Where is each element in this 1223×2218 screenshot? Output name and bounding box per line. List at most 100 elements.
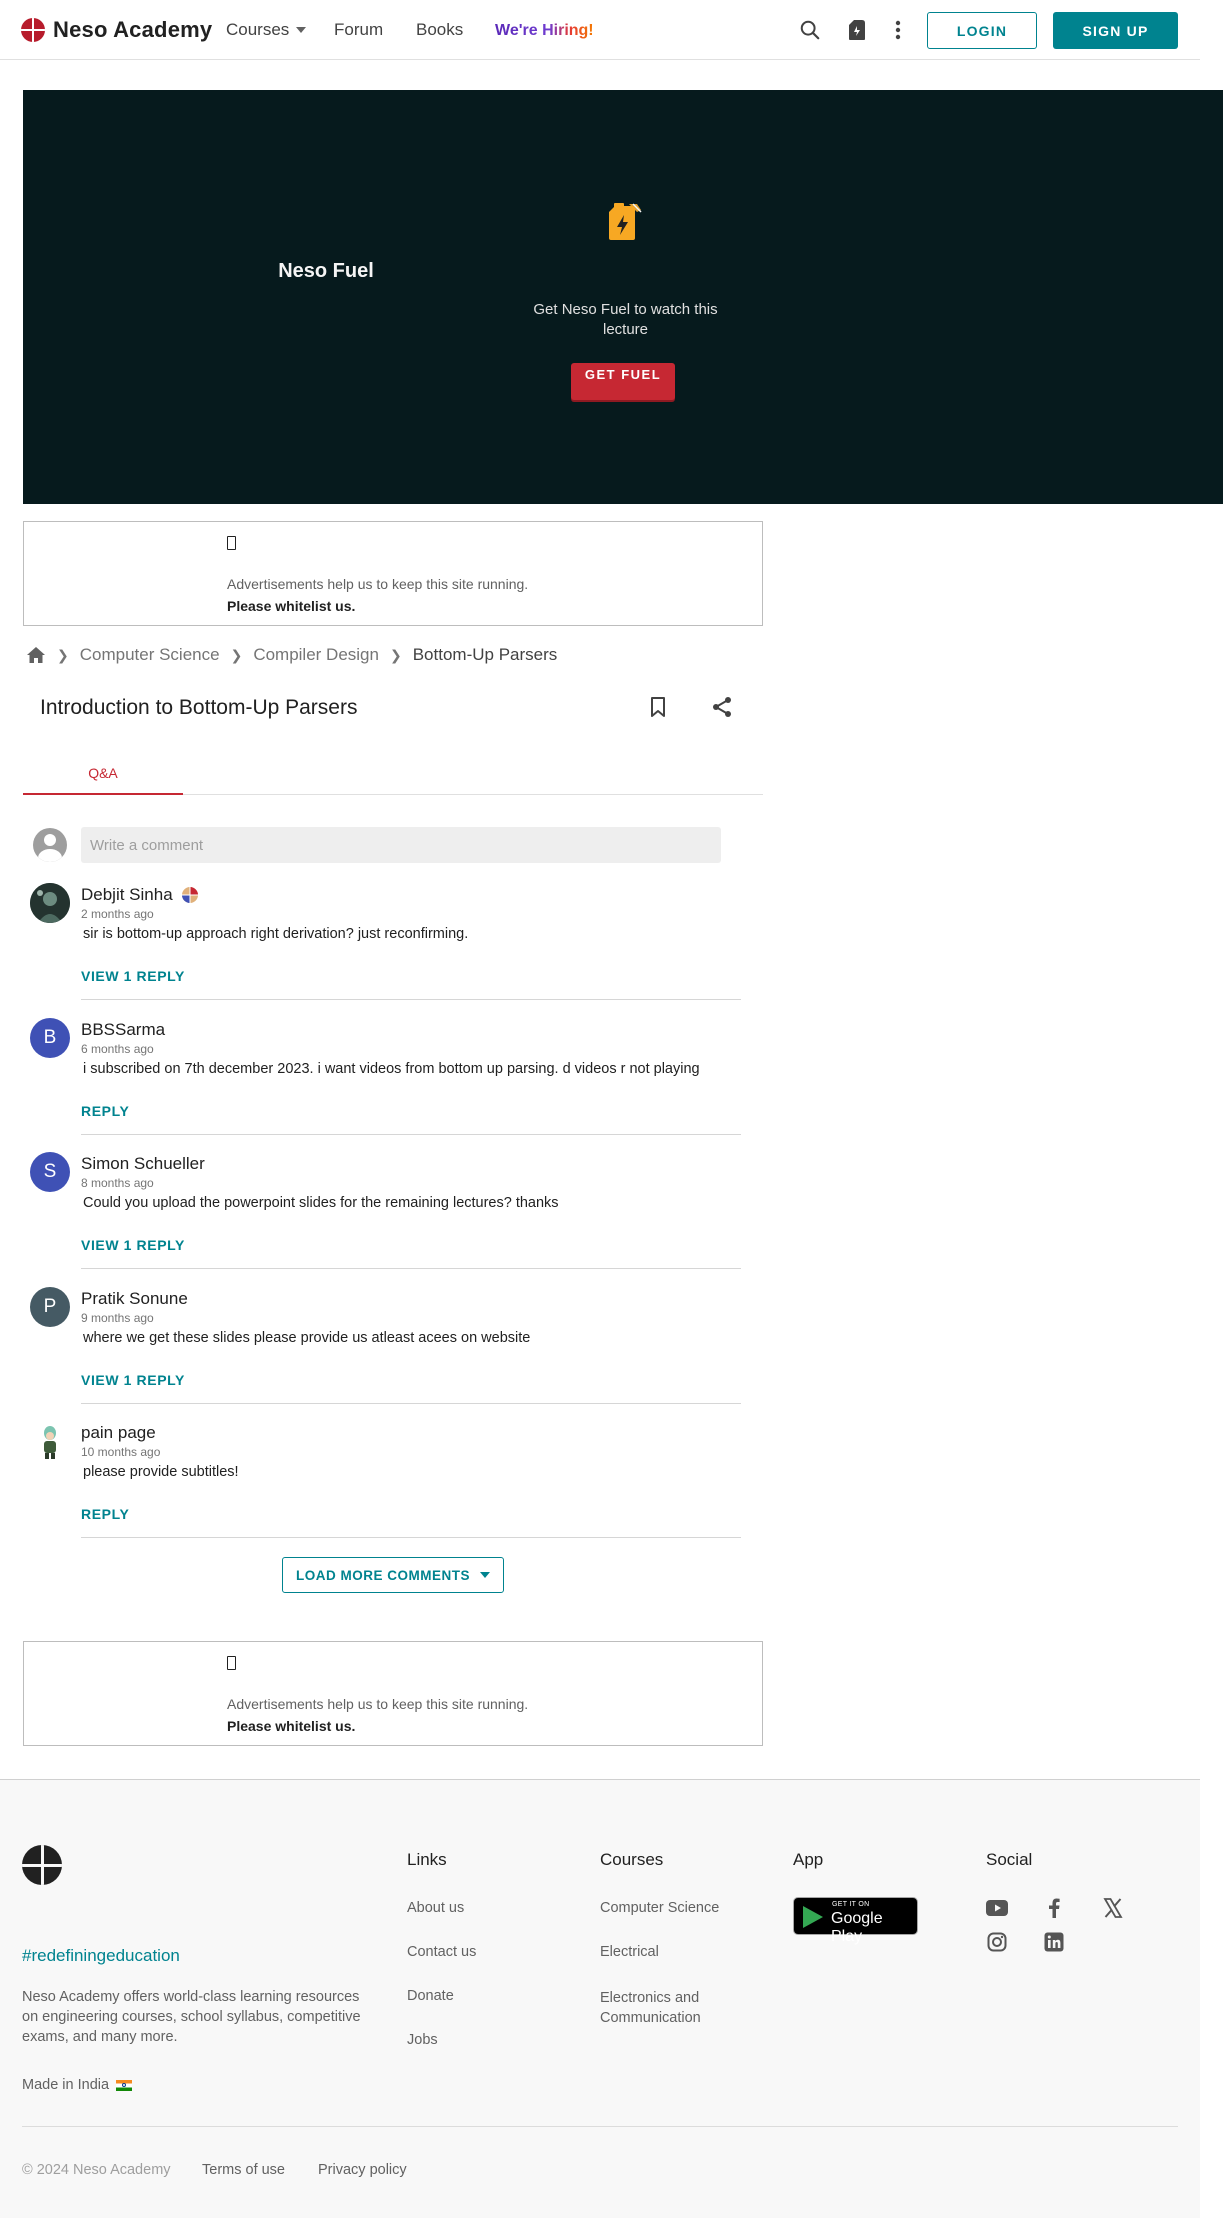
breadcrumb-item-computer-science[interactable]: Computer Science bbox=[80, 645, 220, 665]
ad-message: Advertisements help us to keep this site… bbox=[227, 1696, 529, 1712]
copyright: © 2024 Neso Academy bbox=[22, 2162, 171, 2178]
comment-timestamp: 2 months ago bbox=[81, 907, 154, 921]
neso-logo-icon[interactable] bbox=[22, 1845, 62, 1885]
gplay-big-text: Google Play bbox=[831, 1910, 883, 1945]
more-vert-icon[interactable] bbox=[885, 17, 911, 43]
view-replies-button[interactable]: VIEW 1 REPLY bbox=[81, 968, 185, 984]
comment-text: Could you upload the powerpoint slides f… bbox=[83, 1195, 559, 1211]
footer-course-electrical[interactable]: Electrical bbox=[600, 1944, 659, 1960]
footer: #redefiningeducation Neso Academy offers… bbox=[0, 1779, 1200, 2218]
chevron-right-icon: ❯ bbox=[57, 646, 69, 663]
comment-author[interactable]: Debjit Sinha bbox=[81, 885, 199, 905]
avatar[interactable]: B bbox=[30, 1018, 70, 1058]
comment-timestamp: 8 months ago bbox=[81, 1176, 154, 1190]
comment-divider bbox=[81, 1134, 741, 1135]
top-navbar: Neso Academy Courses Forum Books We're H… bbox=[0, 0, 1200, 60]
footer-course-ece[interactable]: Electronics and Communication bbox=[600, 1988, 730, 2028]
linkedin-icon[interactable] bbox=[1042, 1930, 1066, 1954]
privacy-link[interactable]: Privacy policy bbox=[318, 2162, 407, 2178]
bookmark-icon[interactable] bbox=[645, 694, 671, 720]
footer-social-title: Social bbox=[986, 1850, 1033, 1869]
user-avatar-icon bbox=[33, 828, 67, 862]
comment-divider bbox=[81, 1403, 741, 1404]
footer-link-jobs[interactable]: Jobs bbox=[407, 2032, 438, 2048]
get-fuel-button[interactable]: GET FUEL bbox=[571, 363, 675, 400]
load-more-comments-button[interactable]: LOAD MORE COMMENTS bbox=[282, 1557, 504, 1593]
ad-message: Advertisements help us to keep this site… bbox=[227, 576, 529, 592]
comment-text: where we get these slides please provide… bbox=[83, 1330, 531, 1346]
nav-courses-label: Courses bbox=[226, 20, 290, 39]
avatar[interactable]: P bbox=[30, 1287, 70, 1327]
facebook-icon[interactable] bbox=[1042, 1896, 1066, 1920]
comment-timestamp: 6 months ago bbox=[81, 1042, 154, 1056]
instagram-icon[interactable] bbox=[985, 1930, 1009, 1954]
signup-button[interactable]: SIGN UP bbox=[1053, 12, 1178, 49]
ad-whitelist-text: Please whitelist us. bbox=[227, 1718, 356, 1734]
nav-books-link[interactable]: Books bbox=[416, 20, 463, 40]
comment-input[interactable] bbox=[81, 827, 721, 863]
share-icon[interactable] bbox=[709, 694, 735, 720]
neso-badge-icon bbox=[181, 886, 199, 904]
footer-app-title: App bbox=[793, 1850, 824, 1869]
tab-qa[interactable]: Q&A bbox=[23, 752, 183, 795]
fuel-title: Neso Fuel bbox=[278, 260, 374, 282]
lecture-tabs: Q&A bbox=[23, 752, 763, 795]
footer-divider bbox=[22, 2126, 1178, 2127]
google-play-icon bbox=[803, 1906, 823, 1928]
comment-divider bbox=[81, 1537, 741, 1538]
search-icon[interactable] bbox=[797, 17, 823, 43]
x-twitter-icon[interactable] bbox=[1101, 1896, 1125, 1920]
nav-courses-dropdown[interactable]: Courses bbox=[226, 20, 307, 40]
reply-button[interactable]: REPLY bbox=[81, 1103, 129, 1119]
fuel-can-icon bbox=[603, 200, 645, 242]
home-icon[interactable] bbox=[26, 646, 46, 664]
ad-blocked-icon bbox=[227, 1656, 236, 1670]
footer-courses-title: Courses bbox=[600, 1850, 664, 1869]
avatar[interactable]: S bbox=[30, 1152, 70, 1192]
ad-whitelist-text: Please whitelist us. bbox=[227, 598, 356, 614]
comment-author[interactable]: pain page bbox=[81, 1423, 156, 1443]
comment-divider bbox=[81, 999, 741, 1000]
login-button[interactable]: LOGIN bbox=[927, 12, 1037, 49]
comment-timestamp: 9 months ago bbox=[81, 1311, 154, 1325]
comment-author-name: pain page bbox=[81, 1423, 156, 1442]
comment-text: please provide subtitles! bbox=[83, 1464, 239, 1480]
breadcrumb-item-current: Bottom-Up Parsers bbox=[412, 645, 558, 664]
breadcrumb-item-compiler-design[interactable]: Compiler Design bbox=[253, 645, 379, 665]
chevron-right-icon: ❯ bbox=[230, 646, 243, 663]
neso-logo-icon bbox=[21, 18, 45, 42]
ad-placeholder: Advertisements help us to keep this site… bbox=[23, 1641, 763, 1746]
made-in-text: Made in India bbox=[22, 2077, 110, 2093]
view-replies-button[interactable]: VIEW 1 REPLY bbox=[81, 1237, 185, 1253]
terms-link[interactable]: Terms of use bbox=[202, 2162, 285, 2178]
fuel-can-icon[interactable] bbox=[844, 17, 870, 43]
footer-link-donate[interactable]: Donate bbox=[407, 1988, 454, 2004]
view-replies-button[interactable]: VIEW 1 REPLY bbox=[81, 1372, 185, 1388]
video-player-locked: Neso Fuel Get Neso Fuel to watch this le… bbox=[23, 90, 1223, 504]
comment-author[interactable]: Simon Schueller bbox=[81, 1154, 205, 1174]
comment-divider bbox=[81, 1268, 741, 1269]
nav-forum-link[interactable]: Forum bbox=[334, 20, 383, 40]
avatar[interactable] bbox=[30, 883, 70, 923]
comment-text: i subscribed on 7th december 2023. i wan… bbox=[83, 1061, 700, 1077]
comment-author-name: Debjit Sinha bbox=[81, 885, 173, 904]
site-logo[interactable]: Neso Academy bbox=[21, 17, 212, 43]
nav-hiring-link[interactable]: We're Hiring! bbox=[495, 22, 594, 40]
lecture-title: Introduction to Bottom-Up Parsers bbox=[40, 696, 358, 719]
footer-link-about[interactable]: About us bbox=[407, 1900, 464, 1916]
comment-author-name: Pratik Sonune bbox=[81, 1289, 188, 1308]
footer-links-title: Links bbox=[407, 1850, 447, 1869]
ad-blocked-icon bbox=[227, 536, 236, 550]
footer-course-cs[interactable]: Computer Science bbox=[600, 1900, 719, 1916]
reply-button[interactable]: REPLY bbox=[81, 1506, 129, 1522]
footer-link-contact[interactable]: Contact us bbox=[407, 1944, 476, 1960]
comment-author[interactable]: BBSSarma bbox=[81, 1020, 165, 1040]
gplay-small-text: GET IT ON bbox=[832, 1901, 870, 1908]
youtube-icon[interactable] bbox=[985, 1896, 1009, 1920]
comment-timestamp: 10 months ago bbox=[81, 1445, 161, 1459]
breadcrumb: ❯ Computer Science ❯ Compiler Design ❯ B… bbox=[26, 645, 557, 665]
comment-author[interactable]: Pratik Sonune bbox=[81, 1289, 188, 1309]
avatar[interactable] bbox=[30, 1421, 70, 1461]
logo-text: Neso Academy bbox=[53, 17, 213, 42]
google-play-badge[interactable]: GET IT ON Google Play bbox=[793, 1897, 918, 1945]
